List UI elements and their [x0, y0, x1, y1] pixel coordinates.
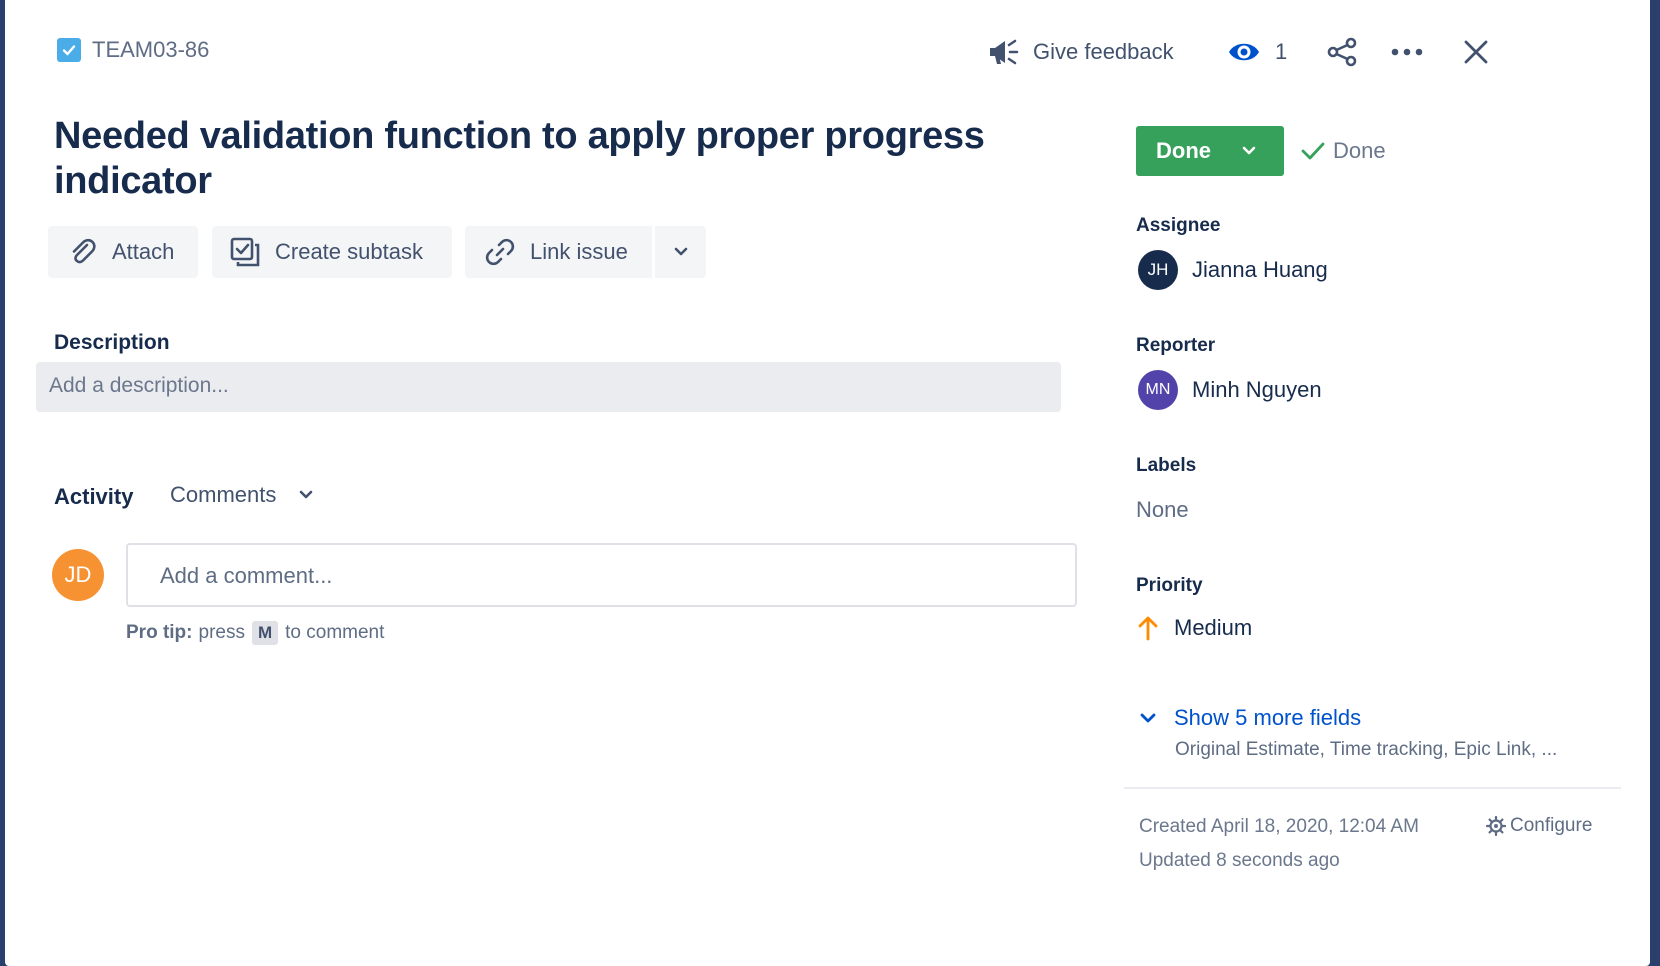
assignee-avatar: JH	[1138, 250, 1178, 290]
activity-filter-value: Comments	[170, 482, 277, 507]
show-more-fields-label: Show 5 more fields	[1174, 705, 1362, 730]
configure-button[interactable]: Configure	[1486, 815, 1592, 837]
toolbar-more-dropdown[interactable]	[655, 226, 706, 278]
reporter-name: Minh Nguyen	[1192, 377, 1322, 402]
issue-modal: TEAM03-86 Give feedback 1 Needed validat…	[5, 0, 1650, 966]
ellipsis-icon	[1390, 47, 1424, 57]
show-more-fields-button[interactable]: Show 5 more fields	[1136, 705, 1557, 731]
close-icon	[1462, 38, 1490, 66]
status-label: Done	[1156, 138, 1211, 163]
pro-tip-press: press	[198, 622, 245, 643]
give-feedback-button[interactable]: Give feedback	[987, 30, 1174, 74]
subtask-icon	[229, 236, 261, 268]
megaphone-icon	[987, 37, 1019, 67]
eye-icon	[1228, 40, 1260, 64]
description-field[interactable]: Add a description...	[36, 362, 1061, 412]
link-issue-button[interactable]: Link issue	[465, 226, 652, 278]
issue-key[interactable]: TEAM03-86	[92, 37, 209, 63]
reporter-label: Reporter	[1136, 335, 1216, 356]
resolution: Done	[1301, 138, 1386, 164]
divider	[1124, 787, 1621, 789]
reporter-avatar: MN	[1138, 370, 1178, 410]
arrow-up-icon	[1136, 615, 1160, 641]
link-icon	[484, 236, 516, 268]
create-subtask-button[interactable]: Create subtask	[212, 226, 452, 278]
create-subtask-label: Create subtask	[275, 239, 423, 264]
activity-label: Activity	[54, 484, 134, 509]
created-date: Created April 18, 2020, 12:04 AM	[1139, 816, 1419, 837]
comment-input[interactable]: Add a comment...	[126, 543, 1077, 607]
attach-button[interactable]: Attach	[48, 226, 198, 278]
assignee-field[interactable]: JH Jianna Huang	[1138, 250, 1328, 290]
task-type-icon	[57, 38, 81, 62]
description-label: Description	[54, 331, 170, 354]
labels-label: Labels	[1136, 455, 1197, 476]
gear-icon	[1486, 816, 1506, 836]
pro-tip-suffix: to comment	[285, 622, 385, 643]
resolution-value: Done	[1333, 138, 1386, 163]
issue-title[interactable]: Needed validation function to apply prop…	[54, 114, 1014, 204]
issue-key-breadcrumb[interactable]: TEAM03-86	[57, 37, 209, 63]
shortcut-key: M	[251, 621, 279, 645]
priority-label: Priority	[1136, 575, 1203, 596]
give-feedback-label: Give feedback	[1033, 39, 1174, 64]
activity-filter-select[interactable]: Comments	[170, 482, 314, 508]
chevron-down-icon	[1241, 145, 1257, 157]
priority-field[interactable]: Medium	[1136, 615, 1252, 641]
chevron-down-icon	[1136, 712, 1160, 724]
priority-value: Medium	[1174, 615, 1253, 640]
chevron-down-icon	[673, 246, 689, 258]
watchers-count: 1	[1275, 39, 1288, 64]
updated-date: Updated 8 seconds ago	[1139, 850, 1340, 871]
attach-label: Attach	[112, 239, 175, 264]
status-dropdown-button[interactable]: Done	[1136, 126, 1284, 176]
pro-tip-label: Pro tip:	[126, 622, 193, 643]
link-issue-label: Link issue	[530, 239, 628, 264]
watchers-button[interactable]: 1	[1228, 30, 1287, 74]
assignee-label: Assignee	[1136, 215, 1221, 236]
configure-label: Configure	[1510, 815, 1593, 836]
share-button[interactable]	[1325, 30, 1359, 74]
share-icon	[1325, 37, 1359, 67]
pro-tip: Pro tip: press M to comment	[126, 621, 384, 645]
more-actions-button[interactable]	[1390, 30, 1424, 74]
chevron-down-icon	[298, 489, 314, 501]
reporter-field[interactable]: MN Minh Nguyen	[1138, 370, 1322, 410]
hidden-fields-summary: Original Estimate, Time tracking, Epic L…	[1175, 739, 1558, 760]
assignee-name: Jianna Huang	[1192, 257, 1328, 282]
show-more-fields: Show 5 more fields Original Estimate, Ti…	[1136, 705, 1557, 761]
check-icon	[1301, 141, 1325, 161]
header-actions: Give feedback 1	[950, 30, 1650, 74]
paperclip-icon	[66, 236, 98, 268]
close-button[interactable]	[1462, 30, 1490, 74]
current-user-avatar: JD	[52, 549, 104, 601]
labels-value[interactable]: None	[1136, 497, 1189, 523]
